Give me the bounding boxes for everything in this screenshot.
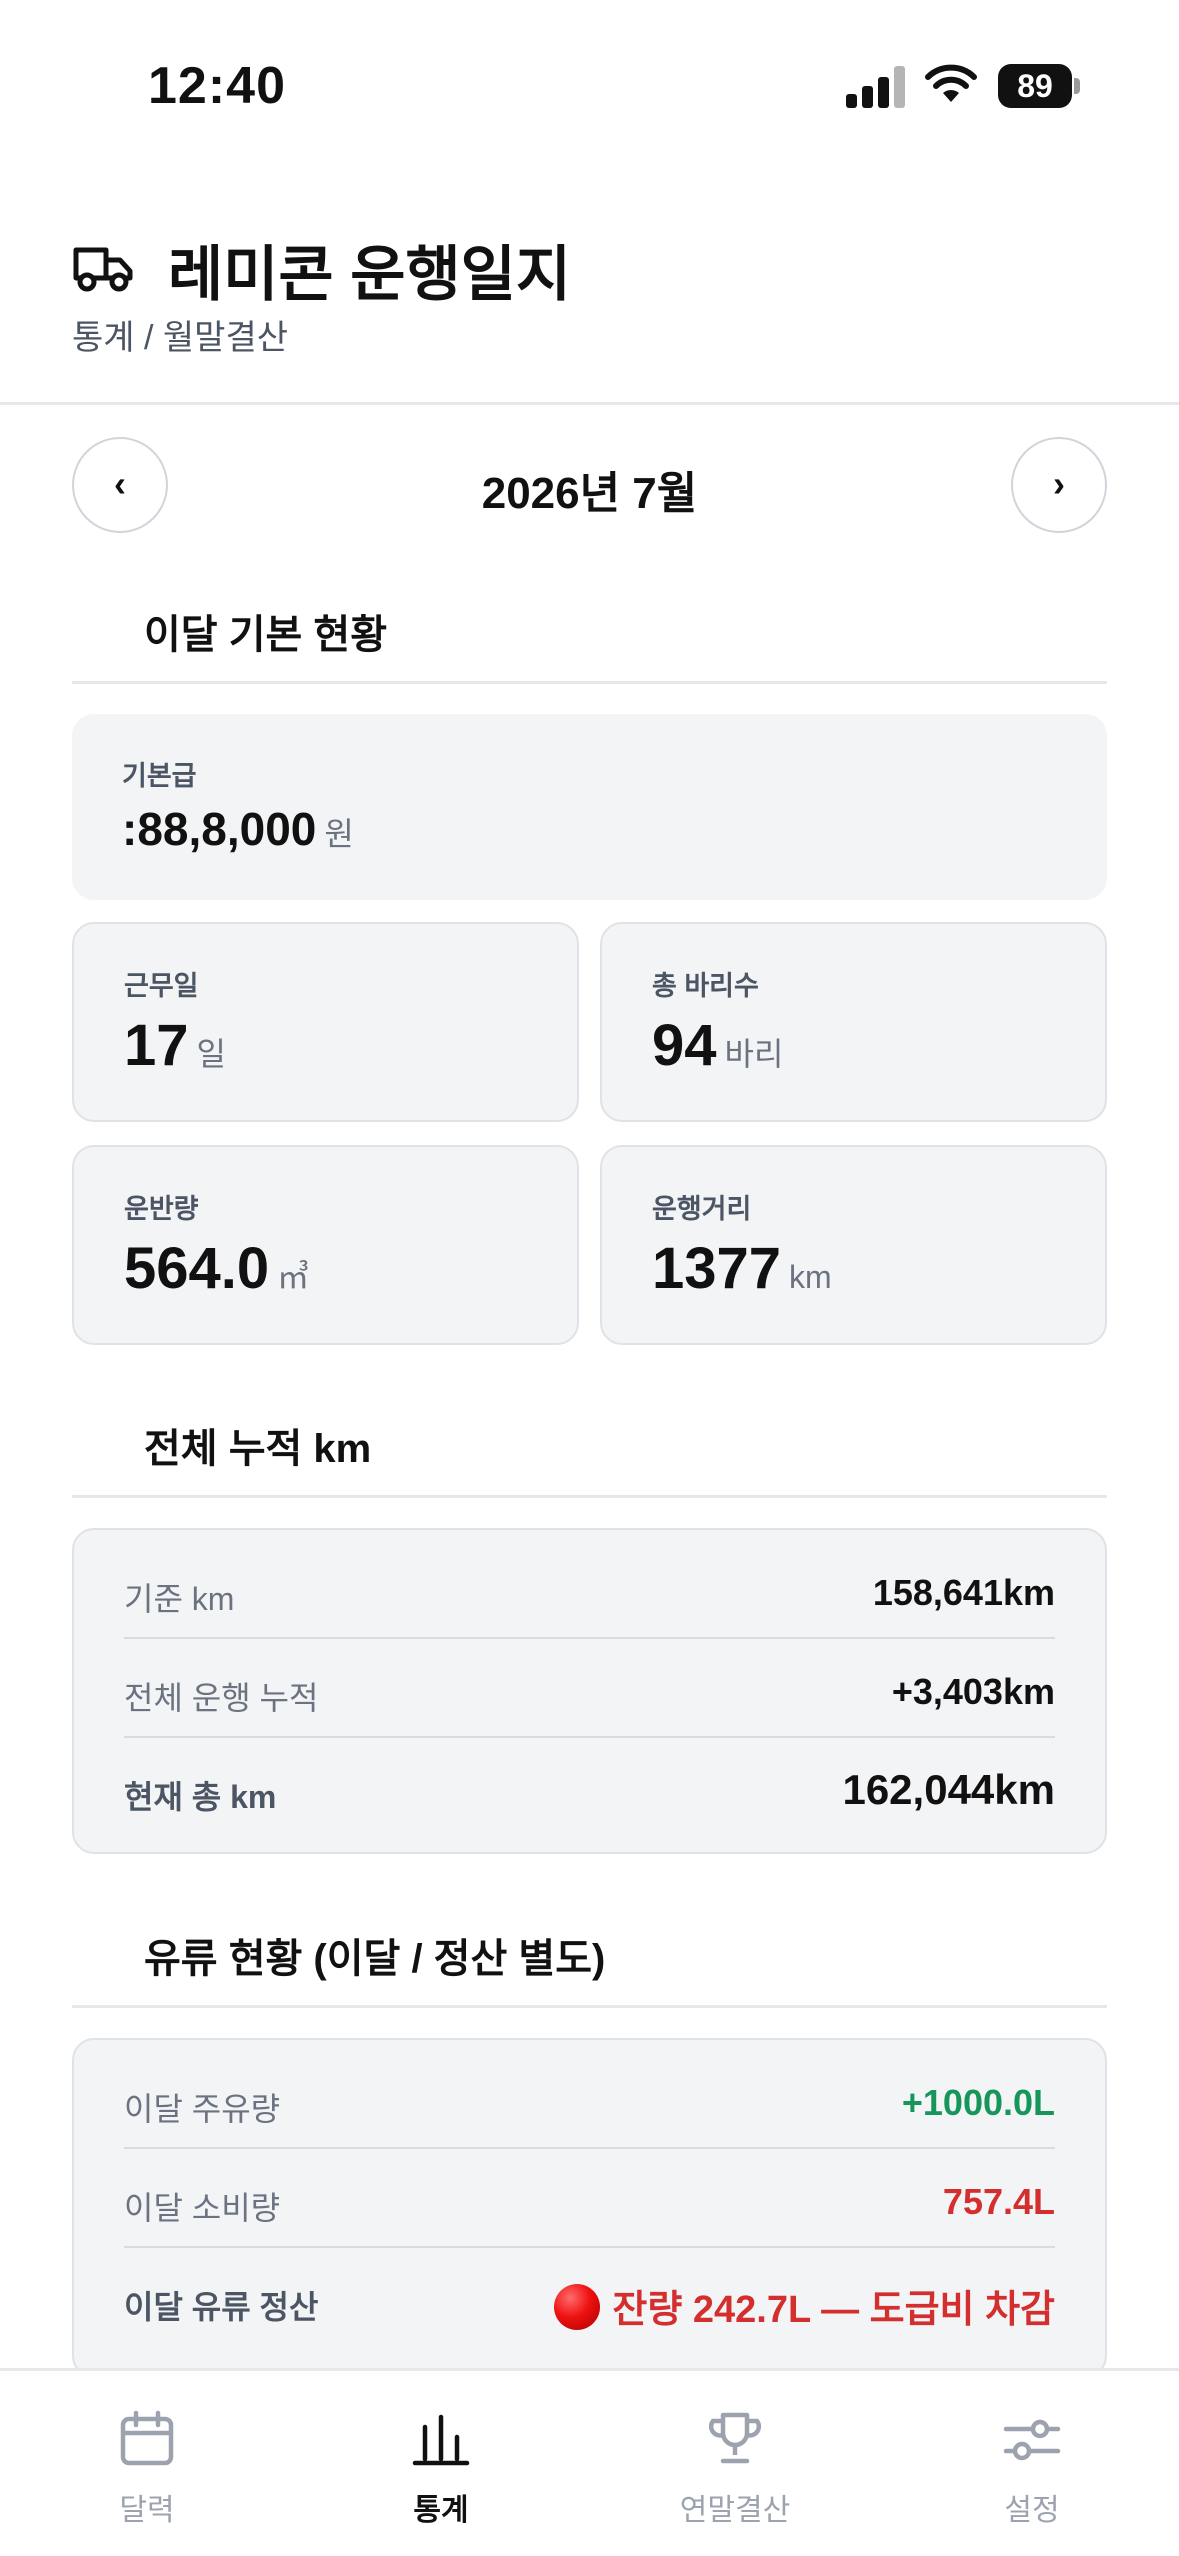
distance-card: 운행거리 1377 km — [600, 1145, 1107, 1345]
work-days-unit: 일 — [196, 1036, 226, 1072]
km-row-total-label: 현재 총 km — [124, 1779, 277, 1815]
work-days-value: 17 일 — [124, 1012, 226, 1079]
trips-card: 총 바리수 94 바리 — [600, 922, 1107, 1122]
tab-settings[interactable]: 설정 — [885, 2371, 1179, 2556]
km-row-accumulated-label: 전체 운행 누적 — [124, 1680, 319, 1716]
fuel-row-refuel: 이달 주유량 +1000.0L — [124, 2050, 1055, 2149]
trips-label: 총 바리수 — [652, 971, 759, 1001]
fuel-row-consumption: 이달 소비량 757.4L — [124, 2149, 1055, 2248]
fuel-row-refuel-value: +1000.0L — [901, 2082, 1055, 2123]
app-title: 레미콘 운행일지 — [168, 241, 572, 308]
status-time: 12:40 — [148, 57, 286, 115]
salary-value: :88,8,000 원 — [122, 802, 354, 856]
sliders-icon — [1003, 2419, 1061, 2461]
distance-number: 1377 — [652, 1236, 782, 1301]
bottom-tab-bar: 달력 통계 연말결산 설정 — [0, 2368, 1179, 2556]
tab-year-end-label: 연말결산 — [679, 2494, 791, 2527]
distance-label: 운행거리 — [652, 1194, 752, 1224]
trips-unit: 바리 — [724, 1036, 784, 1072]
fuel-settlement-text: 잔량 242.7L — 도급비 차감 — [612, 2289, 1055, 2331]
salary-card: 기본급 :88,8,000 원 — [72, 714, 1107, 900]
salary-label: 기본급 — [122, 761, 197, 791]
battery-icon: 89 — [998, 64, 1080, 108]
fuel-row-consumption-label: 이달 소비량 — [124, 2190, 281, 2226]
volume-card: 운반량 564.0 ㎥ — [72, 1145, 579, 1345]
km-card: 기준 km 158,641km 전체 운행 누적 +3,403km 현재 총 k… — [72, 1528, 1107, 1854]
distance-value: 1377 km — [652, 1235, 832, 1302]
salary-amount: :88,8,000 — [122, 803, 317, 855]
fuel-row-settlement: 이달 유류 정산 잔량 242.7L — 도급비 차감 — [124, 2248, 1055, 2347]
status-bar: 12:40 89 — [0, 0, 1179, 170]
km-row-total-value: 162,044km — [842, 1766, 1055, 1813]
distance-unit: km — [789, 1259, 832, 1295]
truck-icon — [73, 247, 133, 292]
km-row-base-value: 158,641km — [872, 1572, 1055, 1613]
volume-value: 564.0 ㎥ — [124, 1235, 309, 1302]
fuel-row-refuel-label: 이달 주유량 — [124, 2091, 281, 2127]
fuel-row-consumption-value: 757.4L — [942, 2181, 1055, 2222]
tab-calendar-label: 달력 — [119, 2494, 175, 2527]
tab-year-end[interactable]: 연말결산 — [588, 2371, 882, 2556]
volume-unit: ㎥ — [277, 1259, 310, 1295]
fuel-row-settlement-label: 이달 유류 정산 — [124, 2289, 319, 2325]
volume-number: 564.0 — [124, 1236, 270, 1301]
app-header: 레미콘 운행일지 통계 / 월말결산 — [0, 200, 1179, 405]
km-row-total: 현재 총 km 162,044km — [124, 1738, 1055, 1837]
bar-chart-icon — [412, 2414, 470, 2466]
month-nav: ‹ 2026년 7월 › — [72, 437, 1107, 533]
section-title-km: 전체 누적 km — [72, 1416, 1107, 1498]
signal-icon — [846, 66, 906, 108]
tab-settings-label: 설정 — [1004, 2494, 1060, 2527]
km-row-accumulated: 전체 운행 누적 +3,403km — [124, 1639, 1055, 1738]
month-label: 2026년 7월 — [481, 469, 698, 518]
trips-number: 94 — [652, 1013, 717, 1078]
red-circle-icon — [554, 2284, 601, 2330]
tab-stats-label: 통계 — [413, 2494, 469, 2527]
battery-level: 89 — [998, 64, 1072, 108]
salary-unit: 원 — [324, 816, 354, 852]
tab-stats[interactable]: 통계 — [294, 2371, 588, 2556]
fuel-row-settlement-value: 잔량 242.7L — 도급비 차감 — [554, 2278, 1055, 2333]
calendar-icon — [120, 2410, 174, 2466]
work-days-label: 근무일 — [124, 971, 199, 1001]
section-title-fuel-text: 유류 현황 (이달 / 정산 별도) — [144, 1937, 606, 1981]
km-row-accumulated-value: +3,403km — [891, 1671, 1055, 1712]
section-title-basic-text: 이달 기본 현황 — [144, 613, 388, 657]
work-days-card: 근무일 17 일 — [72, 922, 579, 1122]
page: 12:40 89 레미콘 운행일지 통계 / 월말결산 ‹ 2026년 7월 ›… — [0, 0, 1179, 2556]
next-month-button[interactable]: › — [1011, 437, 1107, 533]
fuel-card: 이달 주유량 +1000.0L 이달 소비량 757.4L 이달 유류 정산 잔… — [72, 2038, 1107, 2378]
section-title-fuel: 유류 현황 (이달 / 정산 별도) — [72, 1926, 1107, 2008]
volume-label: 운반량 — [124, 1194, 199, 1224]
trophy-icon — [708, 2412, 762, 2464]
tab-calendar[interactable]: 달력 — [0, 2371, 294, 2556]
trips-value: 94 바리 — [652, 1012, 783, 1079]
work-days-number: 17 — [124, 1013, 189, 1078]
breadcrumb: 통계 / 월말결산 — [72, 319, 289, 357]
section-title-km-text: 전체 누적 km — [144, 1427, 372, 1471]
km-row-base-label: 기준 km — [124, 1581, 235, 1617]
wifi-icon — [925, 64, 977, 102]
km-row-base: 기준 km 158,641km — [124, 1540, 1055, 1639]
section-title-basic: 이달 기본 현황 — [72, 602, 1107, 684]
